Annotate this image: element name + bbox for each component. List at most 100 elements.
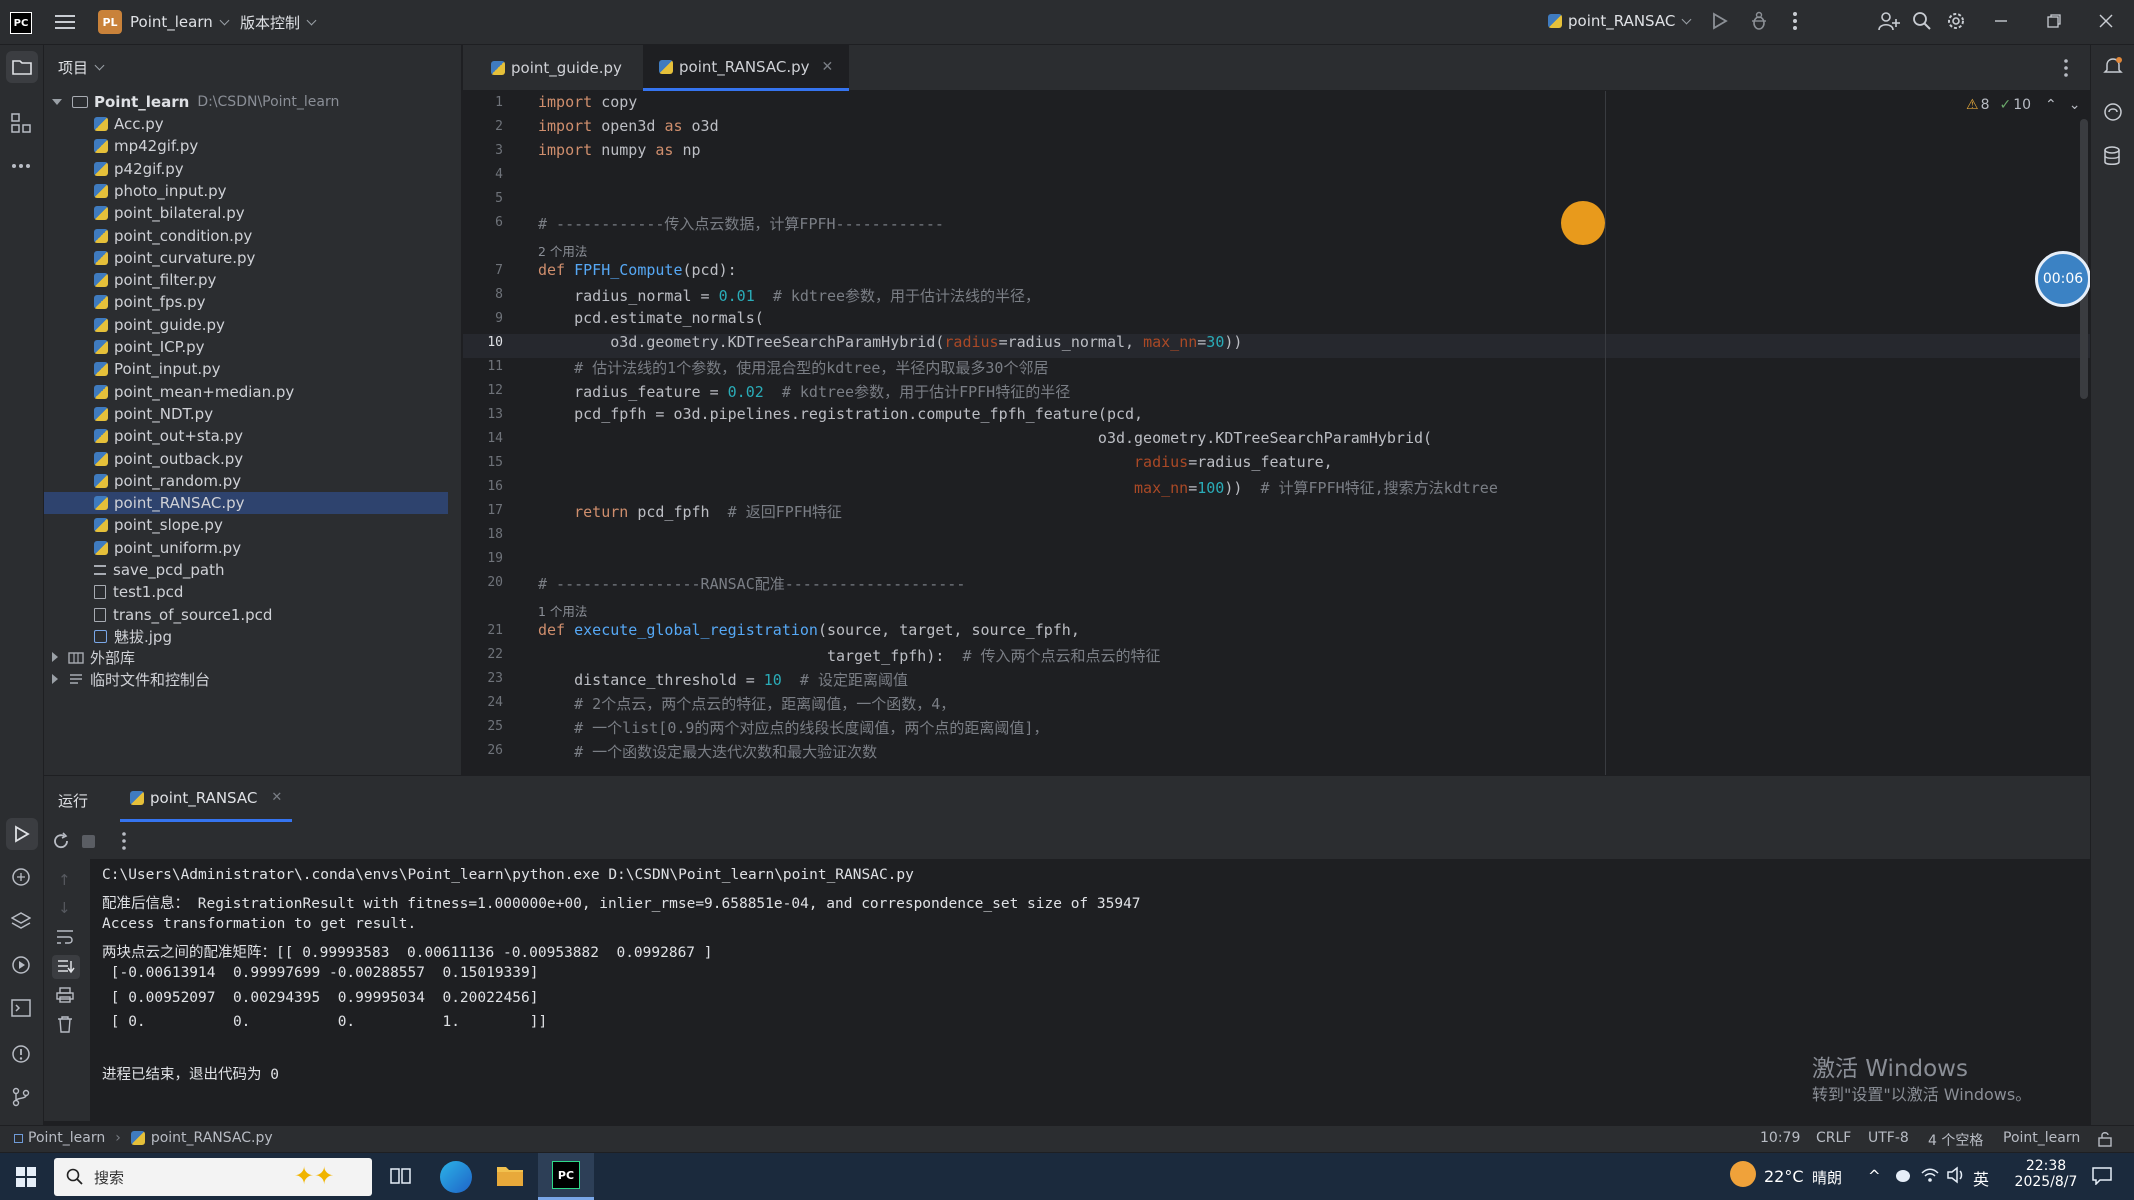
file-tree-item[interactable]: save_pcd_path [94, 559, 225, 581]
run-icon[interactable] [1712, 12, 1728, 30]
ai-assistant-icon[interactable] [2103, 102, 2123, 122]
code-editor[interactable]: ⚠ 8 ✓ 10 ⌃ ⌄ 1 2 3 4 5 6 7 8 9 10 11 12 13… [463, 91, 2090, 775]
project-switcher[interactable]: PL Point_learn [98, 10, 230, 34]
run-tab-point-ransac[interactable]: point_RANSAC ✕ [120, 776, 293, 822]
file-tree-item[interactable]: point_outback.py [94, 448, 243, 470]
weather-description[interactable]: 晴朗 [1812, 1167, 1842, 1188]
file-tree-item[interactable]: point_curvature.py [94, 247, 255, 269]
settings-gear-icon[interactable] [1946, 11, 1966, 31]
caret-position[interactable]: 10:79 [1760, 1130, 1800, 1146]
scroll-to-end-icon[interactable] [52, 955, 80, 979]
windows-start-icon[interactable] [16, 1167, 36, 1187]
file-tree-item[interactable]: 魅拔.jpg [94, 626, 172, 648]
tab-point-guide[interactable]: point_guide.py [475, 45, 638, 91]
database-icon[interactable] [2103, 146, 2121, 166]
close-window-icon[interactable] [2099, 14, 2113, 28]
lock-icon[interactable] [2098, 1131, 2112, 1147]
terminal-icon[interactable] [11, 999, 31, 1017]
usages-hint[interactable]: 2 个用法 [538, 241, 587, 260]
debug-icon[interactable] [1750, 11, 1768, 31]
file-tree-item[interactable]: point_slope.py [94, 514, 223, 536]
breadcrumb-file[interactable]: point_RANSAC.py [151, 1130, 273, 1146]
file-tree-item[interactable]: point_guide.py [94, 314, 225, 336]
run-more-icon[interactable] [121, 831, 127, 851]
network-wifi-icon[interactable] [1920, 1166, 1940, 1184]
python-console-icon[interactable] [11, 867, 31, 887]
file-tree-item[interactable]: point_uniform.py [94, 537, 241, 559]
more-actions-icon[interactable] [1792, 11, 1798, 31]
tree-external-libraries[interactable]: 外部库 [52, 646, 135, 668]
file-tree-item[interactable]: Point_input.py [94, 358, 221, 380]
git-icon[interactable] [11, 1087, 31, 1107]
file-tree-item[interactable]: point_condition.py [94, 225, 252, 247]
more-tools-icon[interactable] [11, 163, 31, 169]
file-tree-item[interactable]: trans_of_source1.pcd [94, 604, 272, 626]
rerun-icon[interactable] [52, 832, 70, 850]
prev-highlight-icon[interactable]: ⌃ [2045, 97, 2057, 113]
edge-browser-icon[interactable] [440, 1161, 472, 1193]
file-tree-item[interactable]: point_filter.py [94, 269, 216, 291]
inspection-widget[interactable]: ⚠ 8 ✓ 10 ⌃ ⌄ [1966, 97, 2081, 113]
python-interpreter[interactable]: Point_learn [2003, 1130, 2080, 1146]
file-tree-item[interactable]: photo_input.py [94, 180, 227, 202]
next-highlight-icon[interactable]: ⌄ [2069, 97, 2081, 113]
services-icon[interactable] [11, 955, 31, 975]
problems-icon[interactable] [11, 1044, 31, 1064]
trash-icon[interactable] [57, 1015, 73, 1033]
file-tree-item[interactable]: point_random.py [94, 470, 241, 492]
tray-expand-icon[interactable]: ^ [1868, 1167, 1881, 1185]
notification-center-icon[interactable] [2092, 1167, 2112, 1185]
breadcrumb-project[interactable]: Point_learn [28, 1130, 105, 1146]
file-tree-item[interactable]: point_RANSAC.py [44, 492, 448, 515]
soft-wrap-icon[interactable] [56, 929, 74, 945]
run-tool-icon[interactable] [6, 818, 38, 850]
minimize-icon[interactable] [1994, 14, 2008, 28]
structure-icon[interactable] [11, 113, 31, 133]
input-method-indicator[interactable]: 英 [1973, 1166, 1989, 1190]
taskbar-search-box[interactable]: 搜索 ✦✦ [54, 1158, 372, 1196]
scroll-down-icon[interactable]: ↓ [58, 899, 71, 917]
run-console-output[interactable]: C:\Users\Administrator\.conda\envs\Point… [90, 859, 2090, 1121]
scroll-up-icon[interactable]: ↑ [58, 871, 71, 889]
notifications-bell-icon[interactable] [2103, 56, 2123, 76]
line-separator[interactable]: CRLF [1816, 1130, 1851, 1146]
file-tree-item[interactable]: mp42gif.py [94, 135, 198, 157]
run-config-selector[interactable]: point_RANSAC [1548, 12, 1692, 30]
main-menu-icon[interactable] [54, 13, 76, 31]
file-tree-item[interactable]: point_NDT.py [94, 403, 213, 425]
add-user-icon[interactable] [1878, 11, 1900, 31]
tree-scratches[interactable]: 临时文件和控制台 [52, 668, 210, 690]
file-tree-item[interactable]: test1.pcd [94, 581, 183, 603]
vcs-menu[interactable]: 版本控制 [240, 12, 317, 33]
tab-point-ransac[interactable]: point_RANSAC.py ✕ [643, 45, 850, 91]
tree-root[interactable]: Point_learn D:\CSDN\Point_learn [52, 91, 339, 113]
tray-app-icon[interactable] [1894, 1167, 1912, 1183]
print-icon[interactable] [56, 987, 74, 1003]
project-folder-icon[interactable] [6, 51, 38, 83]
recording-timer[interactable]: 00:06 [2035, 251, 2090, 307]
close-tab-icon[interactable]: ✕ [822, 59, 834, 75]
taskbar-clock[interactable]: 22:38 2025/8/7 [2014, 1158, 2078, 1190]
close-run-tab-icon[interactable]: ✕ [271, 790, 282, 805]
search-icon[interactable] [1912, 11, 1932, 31]
task-view-icon[interactable] [390, 1166, 412, 1186]
file-tree-item[interactable]: point_fps.py [94, 291, 206, 313]
stop-icon[interactable] [82, 835, 95, 848]
weather-temperature[interactable]: 22°C [1764, 1167, 1804, 1186]
file-tree-item[interactable]: point_ICP.py [94, 336, 205, 358]
file-tree-item[interactable]: point_bilateral.py [94, 202, 245, 224]
file-encoding[interactable]: UTF-8 [1868, 1130, 1909, 1146]
file-tree-item[interactable]: point_out+sta.py [94, 425, 243, 447]
layers-icon[interactable] [11, 911, 31, 931]
file-explorer-icon[interactable] [496, 1163, 524, 1187]
pycharm-taskbar-button[interactable]: PC [538, 1153, 594, 1200]
file-tree-item[interactable]: p42gif.py [94, 158, 184, 180]
usages-hint[interactable]: 1 个用法 [538, 601, 587, 620]
indent-setting[interactable]: 4 个空格 [1928, 1130, 1983, 1150]
project-view-selector[interactable]: 项目 [58, 57, 105, 78]
volume-icon[interactable] [1946, 1166, 1966, 1184]
tab-options-icon[interactable] [2063, 58, 2069, 78]
file-tree-item[interactable]: point_mean+median.py [94, 381, 294, 403]
restore-icon[interactable] [2047, 14, 2061, 28]
file-tree-item[interactable]: Acc.py [94, 113, 164, 135]
